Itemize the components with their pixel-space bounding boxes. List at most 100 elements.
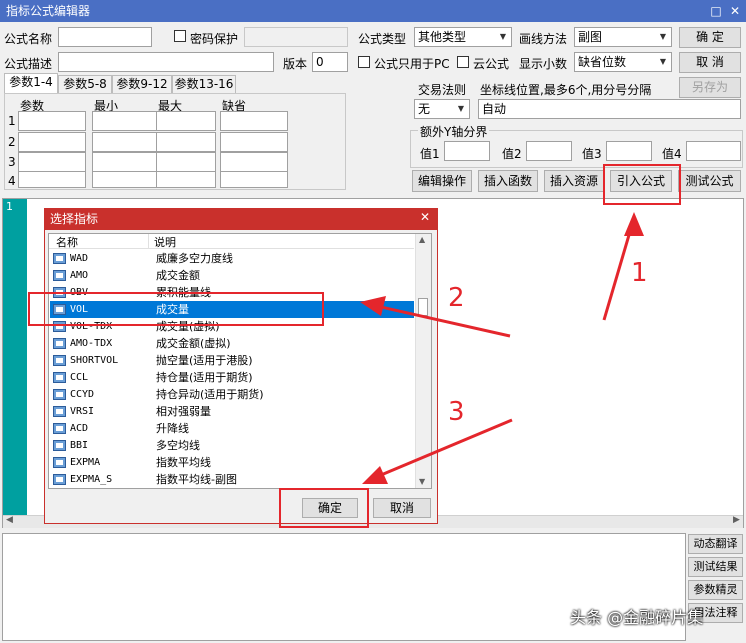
ok-button[interactable]: 确 定 [679, 27, 741, 48]
chevron-down-icon: ▼ [655, 53, 671, 71]
decimals-value: 缺省位数 [578, 55, 627, 69]
close-icon[interactable]: ✕ [727, 3, 743, 19]
test-formula-button[interactable]: 测试公式 [678, 170, 741, 192]
param-row-index: 1 [8, 114, 16, 128]
param-max-input[interactable] [156, 171, 216, 188]
indicator-row[interactable]: WAD 威廉多空力度线 [50, 250, 414, 267]
formula-name-input[interactable] [58, 27, 152, 47]
formula-desc-input[interactable] [58, 52, 274, 72]
indicator-desc: 升降线 [156, 422, 189, 435]
insert-resource-button[interactable]: 插入资源 [544, 170, 604, 192]
formula-type-select[interactable]: 其他类型 ▼ [414, 27, 512, 47]
column-desc-header[interactable]: 说明 [154, 234, 176, 250]
indicator-row[interactable]: VRSI 相对强弱量 [50, 403, 414, 420]
param-default-input[interactable] [220, 132, 288, 152]
scroll-right-icon[interactable]: ▶ [733, 515, 740, 525]
dialog-cancel-button[interactable]: 取消 [373, 498, 431, 518]
indicator-row[interactable]: CCYD 持仓异动(适用于期货) [50, 386, 414, 403]
version-input[interactable]: 0 [312, 52, 348, 72]
indicator-row[interactable]: ACD 升降线 [50, 420, 414, 437]
dialog-close-icon[interactable]: ✕ [420, 210, 430, 224]
draw-method-label: 画线方法 [519, 32, 568, 46]
draw-method-value: 副图 [578, 30, 603, 44]
param-default-input[interactable] [220, 171, 288, 188]
highlight-dialog-ok [279, 488, 369, 528]
param-name-input[interactable] [18, 152, 86, 172]
formula-name-label: 公式名称 [4, 32, 53, 46]
dynamic-translate-button[interactable]: 动态翻译 [688, 534, 743, 554]
param-default-input[interactable] [220, 152, 288, 172]
editor-gutter [3, 199, 27, 515]
list-scrollbar-thumb[interactable] [418, 298, 428, 316]
tab-params-5-8[interactable]: 参数5-8 [58, 75, 112, 93]
indicator-row[interactable]: CCL 持仓量(适用于期货) [50, 369, 414, 386]
edit-operations-button[interactable]: 编辑操作 [412, 170, 472, 192]
test-result-button[interactable]: 测试结果 [688, 557, 743, 577]
param-name-input[interactable] [18, 171, 86, 188]
draw-method-select[interactable]: 副图 ▼ [574, 27, 672, 47]
password-input[interactable] [244, 27, 348, 47]
scroll-up-icon[interactable]: ▲ [419, 235, 425, 244]
indicator-name: WAD [70, 253, 89, 264]
yaxis-v4-label: 值4 [662, 147, 682, 161]
column-divider [148, 234, 149, 249]
password-checkbox[interactable] [174, 30, 186, 42]
highlight-vol-row [28, 292, 324, 326]
save-as-button[interactable]: 另存为 [679, 77, 741, 98]
param-min-input[interactable] [92, 111, 160, 131]
param-row-index: 3 [8, 155, 16, 169]
cloud-label: 云公式 [473, 57, 510, 71]
decimals-select[interactable]: 缺省位数 ▼ [574, 52, 672, 72]
yaxis-v2-input[interactable] [526, 141, 572, 161]
param-min-input[interactable] [92, 171, 160, 188]
param-min-input[interactable] [92, 152, 160, 172]
tab-params-1-4[interactable]: 参数1-4 [4, 73, 58, 93]
param-max-input[interactable] [156, 152, 216, 172]
param-min-input[interactable] [92, 132, 160, 152]
column-name-header[interactable]: 名称 [56, 234, 78, 250]
cloud-checkbox[interactable] [457, 56, 469, 68]
indicator-desc: 成交金额 [156, 269, 200, 282]
scroll-left-icon[interactable]: ◀ [6, 515, 13, 525]
indicator-icon [53, 355, 66, 366]
restore-icon[interactable]: □ [708, 3, 724, 19]
indicator-row[interactable]: EXPMA 指数平均线 [50, 454, 414, 471]
indicator-row[interactable]: BBI 多空均线 [50, 437, 414, 454]
yaxis-v4-input[interactable] [686, 141, 741, 161]
param-default-input[interactable] [220, 111, 288, 131]
yaxis-v1-input[interactable] [444, 141, 490, 161]
editor-line-number: 1 [6, 200, 13, 213]
yaxis-v3-input[interactable] [606, 141, 652, 161]
param-max-input[interactable] [156, 132, 216, 152]
indicator-name: EXPMA_S [70, 474, 113, 485]
yaxis-v3-label: 值3 [582, 147, 602, 161]
indicator-icon [53, 372, 66, 383]
scroll-down-icon[interactable]: ▼ [419, 477, 425, 486]
indicator-name: EXPMA [70, 457, 101, 468]
indicator-name: CCYD [70, 389, 95, 400]
param-name-input[interactable] [18, 111, 86, 131]
cancel-button[interactable]: 取 消 [679, 52, 741, 73]
indicator-desc: 威廉多空力度线 [156, 252, 233, 265]
pc-only-label: 公式只用于PC [374, 57, 450, 71]
indicator-name: AMO-TDX [70, 338, 113, 349]
indicator-row[interactable]: SHORTVOL 抛空量(适用于港股) [50, 352, 414, 369]
list-scrollbar[interactable] [415, 234, 431, 488]
chevron-down-icon: ▼ [655, 28, 671, 46]
indicator-icon [53, 474, 66, 485]
param-name-input[interactable] [18, 132, 86, 152]
param-max-input[interactable] [156, 111, 216, 131]
indicator-row[interactable]: AMO 成交金额 [50, 267, 414, 284]
coord-input[interactable]: 自动 [478, 99, 741, 119]
insert-function-button[interactable]: 插入函数 [478, 170, 538, 192]
param-tuning-button[interactable]: 参数精灵 [688, 580, 743, 600]
indicator-row[interactable]: EXPMA_S 指数平均线-副图 [50, 471, 414, 488]
trade-rule-select[interactable]: 无 ▼ [414, 99, 470, 119]
tab-params-9-12[interactable]: 参数9-12 [112, 75, 172, 93]
highlight-import-formula [603, 164, 681, 205]
indicator-icon [53, 338, 66, 349]
list-header [49, 234, 414, 249]
pc-only-checkbox[interactable] [358, 56, 370, 68]
indicator-row[interactable]: AMO-TDX 成交金额(虚拟) [50, 335, 414, 352]
tab-params-13-16[interactable]: 参数13-16 [172, 75, 236, 93]
